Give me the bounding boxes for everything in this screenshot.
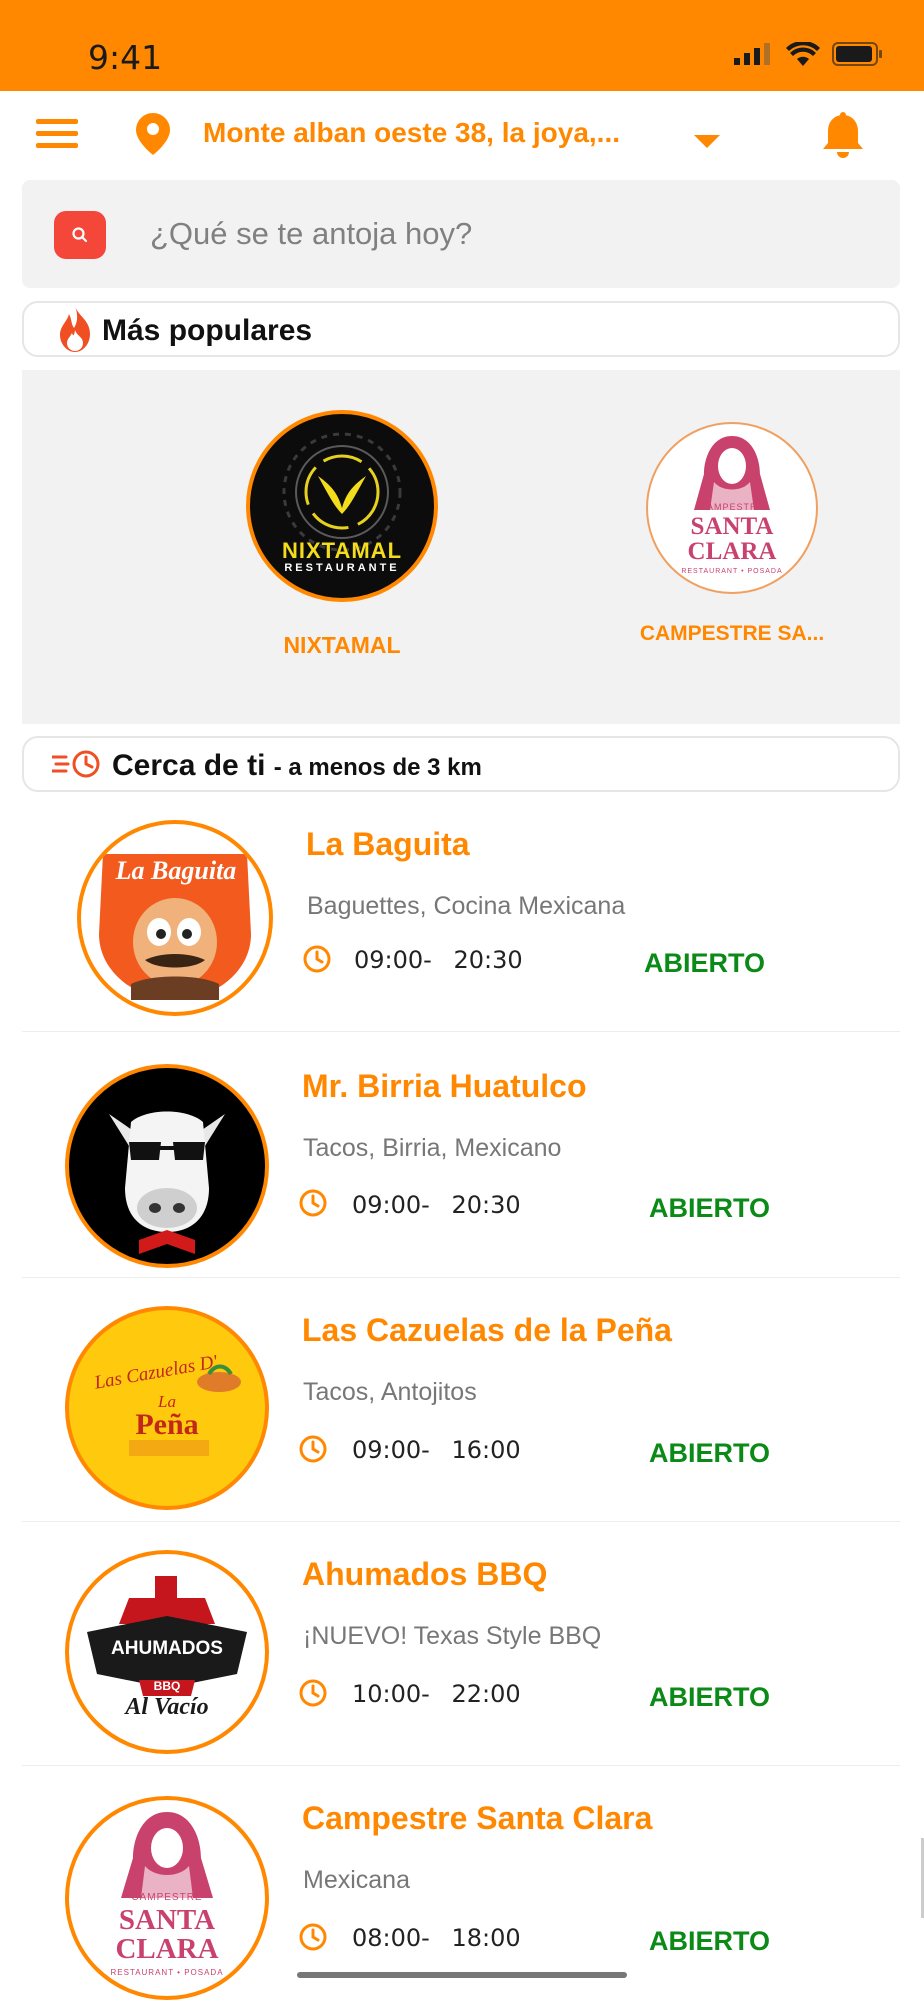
chevron-down-icon[interactable] [694,135,720,148]
logo-subtext: RESTAURANT • POSADA [681,568,783,575]
restaurant-name: Ahumados BBQ [302,1556,548,1592]
logo-text-3: Peña [135,1408,199,1441]
bell-icon[interactable] [820,111,866,159]
restaurant-categories: Tacos, Birria, Mexicano [303,1134,562,1162]
restaurant-categories: ¡NUEVO! Texas Style BBQ [303,1622,602,1650]
status-badge: ABIERTO [649,1438,771,1468]
close-time: 20:30 [453,946,523,974]
clock-icon [299,1679,327,1707]
restaurant-card[interactable]: AHUMADOS BBQ Al Vacío Ahumados BBQ ¡NUEV… [22,1522,900,1766]
logo-subtext: RESTAURANTE [284,562,400,574]
popular-carousel: NIXTAMAL RESTAURANTE NIXTAMAL CAMPESTRE … [22,370,900,724]
cow-with-sunglasses-icon [109,1111,225,1254]
restaurant-categories: Tacos, Antojitos [303,1378,477,1406]
logo-text-2: BBQ [153,1679,181,1693]
app-header: Monte alban oeste 38, la joya,... [0,91,924,177]
restaurant-card[interactable]: La Baguita La Baguita Baguettes, Cocina … [22,792,900,1032]
clock-icon [299,1189,327,1217]
baguita-logo-icon [99,854,251,1000]
logo-text: SANTA CLARA [687,513,777,565]
clock-icon [299,1923,327,1951]
restaurant-logo: CAMPESTRE SANTA CLARA RESTAURANT • POSAD… [646,422,818,594]
logo-text: AHUMADOS [111,1638,223,1659]
restaurant-card[interactable]: Mr. Birria Huatulco Tacos, Birria, Mexic… [22,1032,900,1278]
open-time: 09:00- [352,1436,430,1464]
restaurant-logo: AHUMADOS BBQ Al Vacío [65,1550,269,1754]
logo-text: La Baguita [115,856,237,885]
opening-hours: 09:00- 20:30 [354,946,523,974]
restaurant-categories: Baguettes, Cocina Mexicana [307,892,626,920]
status-badge: ABIERTO [649,1193,771,1223]
logo-subtext: RESTAURANT • POSADA [110,1968,224,1977]
restaurant-name: Las Cazuelas de la Peña [302,1312,672,1348]
restaurant-card[interactable]: CAMPESTRE SANTA CLARA RESTAURANT • POSAD… [22,1766,900,2000]
open-time: 08:00- [352,1924,430,1952]
close-time: 16:00 [451,1436,521,1464]
opening-hours: 10:00- 22:00 [352,1680,521,1708]
status-badge: ABIERTO [644,948,766,978]
popular-item-name: CAMPESTRE SA... [639,622,825,645]
popular-item[interactable]: NIXTAMAL RESTAURANTE NIXTAMAL [242,410,442,659]
home-indicator[interactable] [297,1972,627,1978]
search-bar[interactable] [22,180,900,288]
restaurant-name: La Baguita [306,826,470,862]
logo-text-3: Al Vacío [125,1694,209,1720]
section-subtitle: - a menos de 3 km [273,754,482,781]
logo-text: NIXTAMAL [281,538,403,563]
open-time: 10:00- [352,1680,430,1708]
close-time: 22:00 [451,1680,521,1708]
close-time: 18:00 [451,1924,521,1952]
restaurant-name: Mr. Birria Huatulco [302,1068,587,1104]
open-time: 09:00- [352,1191,430,1219]
search-icon [72,227,88,243]
clock-icon [299,1435,327,1463]
nearby-section-header: Cerca de ti - a menos de 3 km [22,736,900,792]
delivery-address[interactable]: Monte alban oeste 38, la joya,... [203,117,620,149]
opening-hours: 09:00- 16:00 [352,1436,521,1464]
search-button[interactable] [54,211,106,259]
restaurant-categories: Mexicana [303,1866,410,1894]
logo-top-text: CAMPESTRE [131,1892,203,1903]
logo-text: SANTA CLARA [115,1904,219,1965]
wifi-icon [786,42,820,66]
status-badge: ABIERTO [649,1682,771,1712]
restaurant-logo: NIXTAMAL RESTAURANTE [246,410,438,602]
location-pin-icon [136,113,170,155]
popular-item[interactable]: CAMPESTRE SANTA CLARA RESTAURANT • POSAD… [622,422,842,646]
restaurant-logo [65,1064,269,1268]
section-title: Cerca de ti - a menos de 3 km [112,749,482,783]
search-input[interactable] [150,214,850,254]
hamburger-menu-icon[interactable] [36,119,78,149]
popular-section-header: Más populares [22,301,900,357]
section-title: Más populares [102,314,313,347]
restaurant-logo: CAMPESTRE SANTA CLARA RESTAURANT • POSAD… [65,1796,269,2000]
logo-top-text: CAMPESTRE [699,502,765,512]
section-title-text: Cerca de ti [112,749,266,782]
status-badge: ABIERTO [649,1926,771,1956]
signal-icon [734,43,770,65]
fast-delivery-clock-icon [52,750,100,778]
restaurant-logo: La Baguita [77,820,273,1016]
opening-hours: 08:00- 18:00 [352,1924,521,1952]
status-bar: 9:41 [0,0,924,91]
opening-hours: 09:00- 20:30 [352,1191,521,1219]
restaurant-card[interactable]: Las Cazuelas D' La Peña Las Cazuelas de … [22,1278,900,1522]
status-time: 9:41 [88,38,163,77]
open-time: 09:00- [354,946,432,974]
restaurant-name: Campestre Santa Clara [302,1800,653,1836]
clock-icon [303,945,331,973]
flame-icon [60,306,90,352]
status-icons [734,42,884,66]
close-time: 20:30 [451,1191,521,1219]
popular-item-name: NIXTAMAL [283,632,401,658]
restaurant-logo: Las Cazuelas D' La Peña [65,1306,269,1510]
battery-icon [832,42,882,66]
